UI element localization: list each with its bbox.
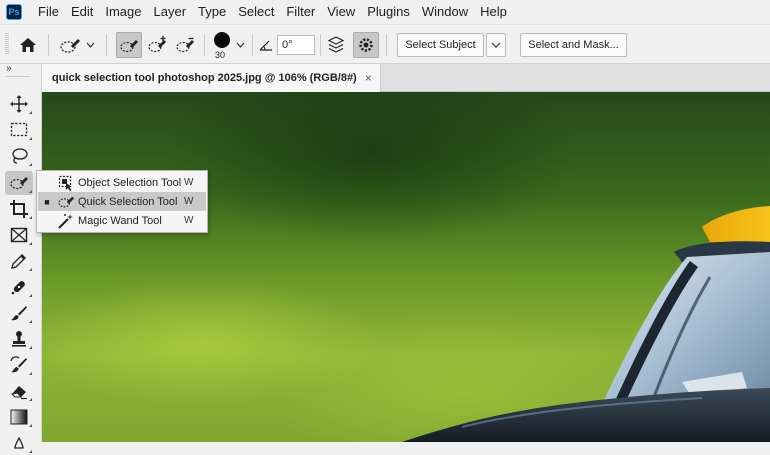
flyout-item-label: Magic Wand Tool xyxy=(78,214,162,227)
flyout-item-magic-wand[interactable]: Magic Wand Tool W xyxy=(38,211,206,230)
quick-selection-tool-icon[interactable] xyxy=(5,171,33,195)
enhance-edge-gear-icon[interactable] xyxy=(353,32,379,58)
eraser-tool-icon[interactable] xyxy=(5,379,33,403)
menu-file[interactable]: File xyxy=(32,0,65,24)
select-and-mask-label: Select and Mask... xyxy=(528,39,619,51)
tool-preset-chevron-down-icon[interactable] xyxy=(84,38,96,52)
menu-edit[interactable]: Edit xyxy=(65,0,99,24)
menu-window[interactable]: Window xyxy=(416,0,474,24)
new-selection-mode-button[interactable] xyxy=(116,32,142,58)
menu-select[interactable]: Select xyxy=(232,0,280,24)
quick-selection-tool-icon xyxy=(56,192,76,211)
flyout-item-shortcut: W xyxy=(184,177,194,188)
options-bar: 30 0° Select Subject Select and Mask... xyxy=(0,24,770,64)
angle-icon xyxy=(258,37,274,53)
brush-size-value: 30 xyxy=(215,50,226,60)
flyout-item-shortcut: W xyxy=(184,196,194,207)
menu-layer[interactable]: Layer xyxy=(148,0,193,24)
selection-tools-flyout: Object Selection Tool W ■ Quick Selectio… xyxy=(36,170,208,233)
photoshop-logo-icon: Ps xyxy=(6,4,22,20)
sample-all-layers-icon[interactable] xyxy=(325,32,347,58)
home-icon[interactable] xyxy=(14,32,42,58)
select-subject-button[interactable]: Select Subject xyxy=(397,33,484,57)
menu-view[interactable]: View xyxy=(321,0,361,24)
flyout-item-quick-selection[interactable]: ■ Quick Selection Tool W xyxy=(38,192,206,211)
menu-type[interactable]: Type xyxy=(192,0,232,24)
document-canvas[interactable] xyxy=(42,92,770,442)
options-grip[interactable] xyxy=(4,31,10,57)
document-tab[interactable]: quick selection tool photoshop 2025.jpg … xyxy=(42,64,381,92)
blur-tool-icon[interactable] xyxy=(5,431,33,455)
menu-bar: Ps File Edit Image Layer Type Select Fil… xyxy=(0,0,770,24)
crop-tool-icon[interactable] xyxy=(5,197,33,221)
flyout-item-label: Quick Selection Tool xyxy=(78,195,178,208)
brush-preview-icon[interactable] xyxy=(210,29,234,51)
magic-wand-tool-icon xyxy=(56,211,76,230)
subtract-from-selection-button[interactable] xyxy=(172,32,198,58)
document-tab-title: quick selection tool photoshop 2025.jpg … xyxy=(52,72,357,84)
eyedropper-tool-icon[interactable] xyxy=(5,249,33,273)
rectangular-marquee-tool-icon[interactable] xyxy=(5,118,33,142)
flyout-item-object-selection[interactable]: Object Selection Tool W xyxy=(38,173,206,192)
close-tab-icon[interactable]: × xyxy=(365,71,372,85)
select-subject-chevron-down-icon[interactable] xyxy=(486,33,506,57)
object-selection-tool-icon xyxy=(56,173,76,192)
menu-help[interactable]: Help xyxy=(474,0,513,24)
brush-picker-chevron-down-icon[interactable] xyxy=(234,38,246,52)
select-subject-label: Select Subject xyxy=(405,39,476,51)
tool-preset-quick-selection-icon[interactable] xyxy=(56,32,84,58)
flyout-item-label: Object Selection Tool xyxy=(78,176,182,189)
photo-toy-car-image xyxy=(402,206,770,442)
gradient-tool-icon[interactable] xyxy=(5,405,33,429)
move-tool-icon[interactable] xyxy=(5,92,33,116)
history-brush-tool-icon[interactable] xyxy=(5,353,33,377)
panel-collapse-icon[interactable]: ›› xyxy=(6,63,12,74)
lasso-tool-icon[interactable] xyxy=(5,144,33,168)
angle-input-value: 0° xyxy=(282,39,293,51)
document-tab-strip: quick selection tool photoshop 2025.jpg … xyxy=(42,64,770,92)
menu-plugins[interactable]: Plugins xyxy=(361,0,416,24)
frame-tool-icon[interactable] xyxy=(5,223,33,247)
angle-input[interactable]: 0° xyxy=(277,35,315,55)
tools-panel: ›› xyxy=(0,63,42,453)
flyout-item-selected-marker: ■ xyxy=(44,196,50,207)
clone-stamp-tool-icon[interactable] xyxy=(5,327,33,351)
add-to-selection-button[interactable] xyxy=(144,32,170,58)
brush-tool-icon[interactable] xyxy=(5,301,33,325)
select-and-mask-button[interactable]: Select and Mask... xyxy=(520,33,627,57)
spot-healing-brush-tool-icon[interactable] xyxy=(5,275,33,299)
menu-filter[interactable]: Filter xyxy=(280,0,321,24)
menu-image[interactable]: Image xyxy=(99,0,147,24)
flyout-item-shortcut: W xyxy=(184,215,194,226)
